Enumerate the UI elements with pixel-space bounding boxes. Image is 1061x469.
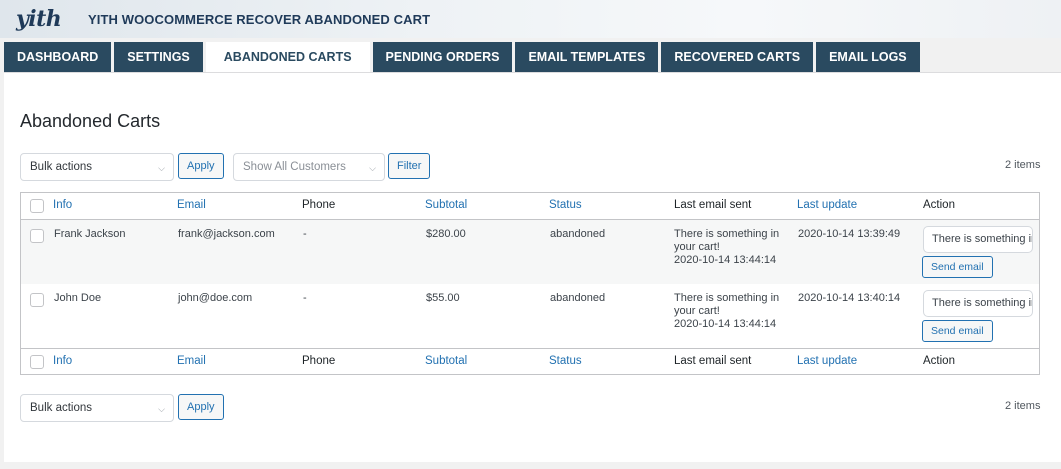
email-subject-input[interactable]: There is something in your cart! (923, 226, 1033, 253)
row-checkbox[interactable] (30, 229, 44, 243)
col-phone-footer: Phone (302, 355, 336, 367)
last-update: 2020-10-14 13:40:14 (798, 292, 901, 304)
col-subtotal[interactable]: Subtotal (425, 199, 467, 211)
tab-abandoned-carts[interactable]: ABANDONED CARTS (205, 42, 370, 72)
tab-settings[interactable]: SETTINGS (114, 42, 203, 72)
email-sent-date: 2020-10-14 13:44:14 (674, 318, 777, 330)
tab-email-logs[interactable]: EMAIL LOGS (816, 42, 920, 72)
email-subject-input[interactable]: There is something in your cart! (923, 290, 1033, 317)
col-last-email-sent-footer: Last email sent (674, 355, 752, 367)
col-phone: Phone (302, 199, 336, 211)
email-subject-cont: your cart! (674, 305, 720, 317)
cart-subtotal: $280.00 (426, 228, 466, 240)
plugin-title: YITH WOOCOMMERCE RECOVER ABANDONED CART (88, 12, 431, 27)
cart-status: abandoned (550, 228, 606, 240)
bulk-actions-label: Bulk actions (30, 402, 93, 414)
cart-status: abandoned (550, 292, 606, 304)
send-email-button[interactable]: Send email (922, 320, 993, 342)
col-last-email-sent: Last email sent (674, 199, 752, 211)
email-subject: There is something in (674, 228, 780, 240)
col-subtotal-footer[interactable]: Subtotal (425, 355, 467, 367)
page-title: Abandoned Carts (20, 111, 161, 131)
main-panel: Abandoned Carts Bulk actions ⌵ Apply Sho… (4, 73, 1061, 462)
tab-pending-orders[interactable]: PENDING ORDERS (372, 42, 513, 72)
chevron-down-icon: ⌵ (369, 163, 376, 173)
customer-name: Frank Jackson (54, 228, 126, 240)
table-row: Frank Jackson frank@jackson.com - $280.0… (21, 220, 1039, 284)
col-last-update[interactable]: Last update (797, 199, 857, 211)
email-sent-date: 2020-10-14 13:44:14 (674, 254, 777, 266)
last-update: 2020-10-14 13:39:49 (798, 228, 901, 240)
select-all-checkbox-footer[interactable] (30, 355, 44, 369)
apply-button-top[interactable]: Apply (178, 153, 224, 179)
chevron-down-icon: ⌵ (158, 163, 165, 173)
send-email-button[interactable]: Send email (922, 256, 993, 278)
col-info[interactable]: Info (53, 199, 72, 211)
select-all-checkbox[interactable] (30, 199, 44, 213)
tab-email-templates[interactable]: EMAIL TEMPLATES (515, 42, 659, 72)
col-email-footer[interactable]: Email (177, 355, 206, 367)
bulk-actions-label: Bulk actions (30, 161, 93, 173)
bulk-actions-select-bottom[interactable]: Bulk actions ⌵ (20, 394, 174, 422)
apply-button-bottom[interactable]: Apply (178, 394, 224, 420)
yith-logo: yith (16, 6, 62, 32)
customer-email: frank@jackson.com (178, 228, 275, 240)
col-status[interactable]: Status (549, 199, 582, 211)
bulk-actions-select-top[interactable]: Bulk actions ⌵ (20, 153, 174, 181)
col-last-update-footer[interactable]: Last update (797, 355, 857, 367)
filter-button[interactable]: Filter (388, 153, 431, 179)
col-action-footer: Action (923, 355, 955, 367)
table-row: John Doe john@doe.com - $55.00 abandoned… (21, 284, 1039, 348)
email-subject-cont: your cart! (674, 241, 720, 253)
table-header: Info Email Phone Subtotal Status Last em… (21, 193, 1039, 220)
customer-filter-label: Show All Customers (243, 161, 346, 173)
items-count-bottom: 2 items (1005, 400, 1041, 412)
carts-table: Info Email Phone Subtotal Status Last em… (20, 192, 1040, 375)
row-checkbox[interactable] (30, 293, 44, 307)
tab-recovered-carts[interactable]: RECOVERED CARTS (661, 42, 814, 72)
chevron-down-icon: ⌵ (158, 404, 165, 414)
email-subject: There is something in (674, 292, 780, 304)
col-action: Action (923, 199, 955, 211)
last-email-sent: There is something in your cart! 2020-10… (674, 292, 779, 331)
plugin-header: yith YITH WOOCOMMERCE RECOVER ABANDONED … (0, 0, 1061, 38)
nav-tabs: DASHBOARD SETTINGS ABANDONED CARTS PENDI… (4, 42, 920, 72)
cart-subtotal: $55.00 (426, 292, 460, 304)
col-status-footer[interactable]: Status (549, 355, 582, 367)
last-email-sent: There is something in your cart! 2020-10… (674, 228, 779, 267)
customer-phone: - (303, 228, 307, 240)
tab-dashboard[interactable]: DASHBOARD (4, 42, 112, 72)
col-info-footer[interactable]: Info (53, 355, 72, 367)
col-email[interactable]: Email (177, 199, 206, 211)
customer-filter-select[interactable]: Show All Customers ⌵ (233, 153, 385, 181)
customer-name: John Doe (54, 292, 102, 304)
customer-email: john@doe.com (178, 292, 253, 304)
table-footer: Info Email Phone Subtotal Status Last em… (21, 348, 1039, 375)
customer-phone: - (303, 292, 307, 304)
items-count-top: 2 items (1005, 159, 1041, 171)
